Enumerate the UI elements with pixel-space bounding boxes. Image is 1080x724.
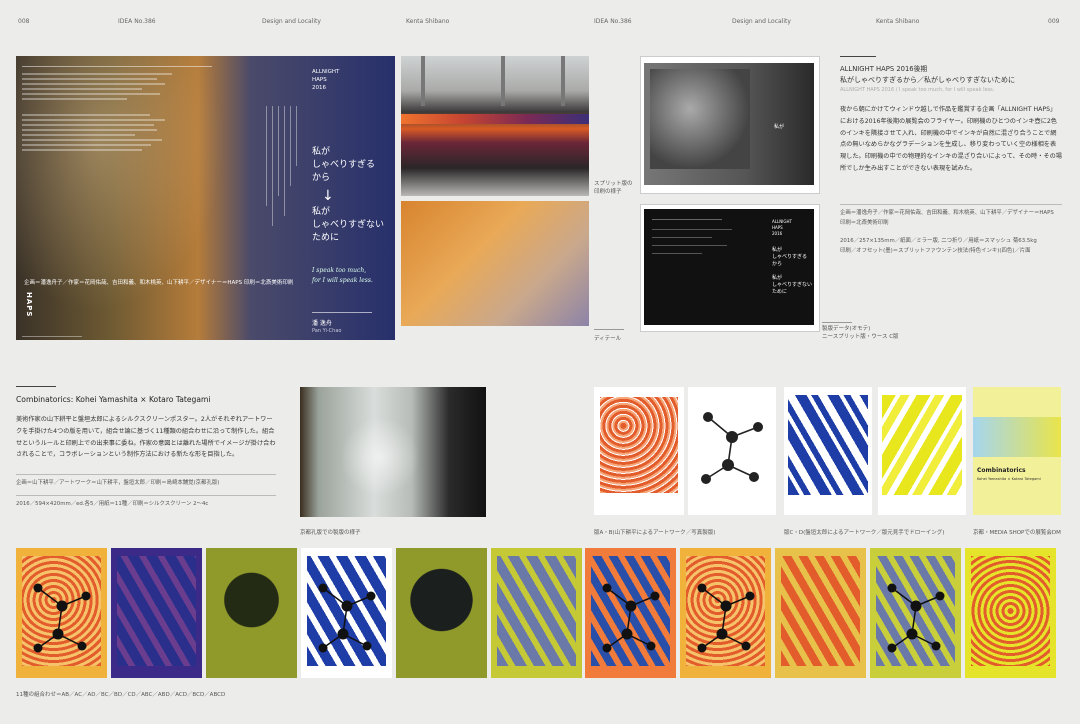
author-right: Kenta Shibano: [876, 18, 920, 25]
poster-arrow: ↓: [322, 188, 334, 204]
combination-poster: [775, 548, 867, 678]
plate-c: [784, 387, 872, 515]
dm-subtitle: Kohei Yamashita × Kotaro Tategami: [977, 477, 1041, 481]
molecule-icon: [697, 583, 755, 653]
haps-title-jp: 私がしゃべりすぎるから／私がしゃべりすぎないために: [840, 76, 1015, 84]
caption-cd: 版C・D(盤垣太郎によるアートワーク／版元見手でドローイング): [784, 530, 945, 536]
section-right: Design and Locality: [732, 18, 791, 25]
plate-front: 私が: [640, 56, 820, 194]
combination-poster: [680, 548, 772, 678]
page-number-left: 008: [18, 18, 30, 25]
haps-body: 夜から朝にかけてウィンドウ越しで作品を鑑賞する企画「ALLNIGHT HAPS」…: [840, 106, 1062, 172]
dm-card: Combinatorics Kohei Yamashita × Kotaro T…: [973, 387, 1061, 515]
section-left: Design and Locality: [262, 18, 321, 25]
plate-a: [594, 387, 684, 515]
combination-poster: [300, 548, 392, 678]
caption-ab: 版A・B(山下耕平によるアートワーク／写真製版): [594, 530, 716, 536]
press-ink-roller: [401, 114, 589, 124]
haps-subtitle-en: ALLNIGHT HAPS 2016 / I speak too much, f…: [840, 87, 995, 93]
plate-b: [688, 387, 776, 515]
combination-poster: [205, 548, 297, 678]
molecule-icon: [318, 583, 376, 653]
dm-title: Combinatorics: [977, 467, 1026, 474]
combination-poster: [585, 548, 677, 678]
molecule-icon: [701, 412, 763, 484]
poster-rule: [22, 66, 212, 67]
poster-left-text-block: [22, 70, 172, 154]
molecule-icon: [887, 583, 945, 653]
issue-left: IDEA No.386: [118, 18, 156, 25]
combination-poster: [16, 548, 107, 678]
page-number-right: 009: [1048, 18, 1060, 25]
press-photo-top: [401, 56, 589, 196]
poster-bottom-rule: [22, 336, 82, 337]
poster-brand: ALLNIGHT HAPS 2016: [312, 69, 340, 91]
poster-artist-list: 企画＝潘逸舟子／作家＝花岡佑哉、吉田和義、和木桃英、山下耕平／デザイナー＝HAP…: [24, 280, 294, 286]
caption-studio: 京都孔版での製版の様子: [300, 530, 361, 536]
combi-body: 美術作家の山下耕平と盤垣太郎によるシルクスクリーンポスター。2人がそれぞれアート…: [16, 416, 276, 459]
combination-poster: [395, 548, 487, 678]
haps-credits: 企画＝潘逸舟子／作家＝花岡佑哉、吉田和義、和木桃英、山下耕平／デザイナー＝HAP…: [840, 210, 1054, 226]
poster-side-tag: HAPS: [25, 292, 33, 318]
combination-poster: [490, 548, 582, 678]
poster-title-b: 私が しゃべりすぎない ために: [312, 207, 385, 243]
molecule-icon: [602, 583, 660, 653]
combi-credits: 企画＝山下耕平／アートワーク＝山下耕平，盤垣太郎／印刷＝島崎本舗覚(京都孔版): [16, 480, 220, 486]
poster-english-title: I speak too much, for I will speak less.: [312, 267, 373, 284]
poster-artist-en: Pan Yi-Chao: [312, 328, 342, 334]
caption-dm: 京都・MEDIA SHOPでの展覧会DM: [973, 530, 1061, 536]
press-photo-bottom: [401, 201, 589, 326]
studio-photo: [300, 387, 486, 517]
combination-poster: [110, 548, 202, 678]
poster-title-a: 私が しゃべりすぎる から: [312, 147, 376, 183]
combi-spec: 2016／594×420mm／ed.各5／用紙＝11種／印刷＝シルクスクリーン …: [16, 501, 209, 507]
issue-right: IDEA No.386: [594, 18, 632, 25]
haps-title-en: ALLNIGHT HAPS 2016後期: [840, 65, 928, 73]
combination-poster: [870, 548, 962, 678]
haps-spec: 2016／257×135mm／紙面／ミラー版, 二つ折り／用紙＝スマッシュ 菊6…: [840, 238, 1037, 254]
poster-artist: 潘 逸舟: [312, 320, 332, 327]
plate-d: [878, 387, 966, 515]
haps-poster-spread: 企画＝潘逸舟子／作家＝花岡佑哉、吉田和義、和木桃英、山下耕平／デザイナー＝HAP…: [16, 56, 395, 340]
caption-plate: 製版データ(オモテ) ニースプリット版・ウース C版: [822, 326, 899, 340]
combination-poster: [965, 548, 1056, 678]
poster-vertical-text: [266, 106, 302, 256]
caption-process: スプリット版の 印刷の様子: [594, 181, 633, 195]
caption-detail: ディテール: [594, 336, 622, 342]
bottom-caption: 11種の組合わせ＝AB／AC／AD／BC／BD／CD／ABC／ABD／ACD／B…: [16, 692, 226, 698]
molecule-icon: [33, 583, 91, 653]
author-left: Kenta Shibano: [406, 18, 450, 25]
combi-title: Combinatorics: Kohei Yamashita × Kotaro …: [16, 395, 211, 404]
plate-back: ALLNIGHT HAPS 2016 私が しゃべりすぎる から 私が しゃべりすぎない ため…: [640, 204, 820, 332]
poster-artist-rule: [312, 312, 372, 313]
